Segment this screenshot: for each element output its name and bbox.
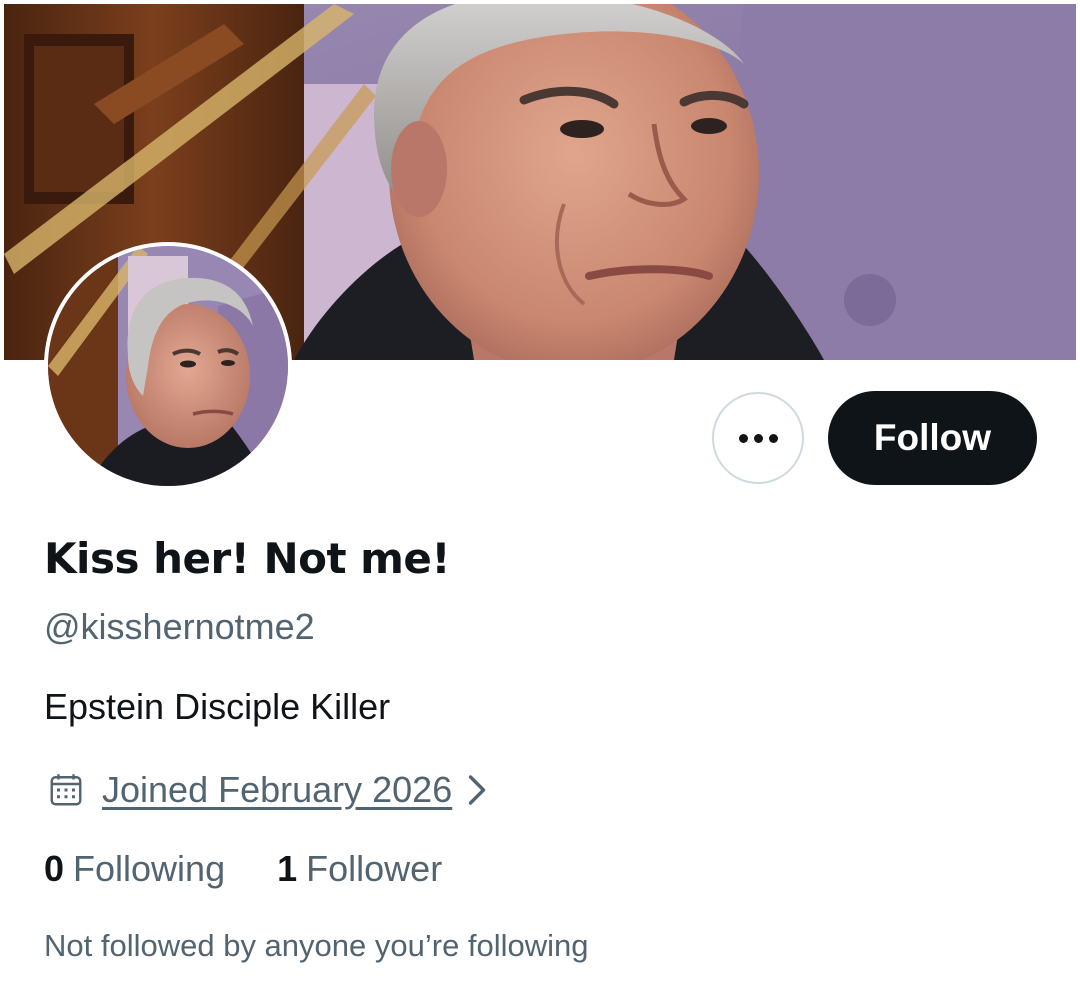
user-handle: @kisshernotme2	[44, 606, 315, 647]
followed-by-text: Not followed by anyone you’re following	[44, 928, 589, 963]
bio: Epstein Disciple Killer	[44, 686, 391, 727]
following-count: 0	[44, 848, 65, 889]
follow-button[interactable]: Follow	[828, 391, 1037, 485]
avatar[interactable]	[44, 242, 292, 490]
followers-stat[interactable]: 1 Follower	[277, 848, 442, 890]
joined-date-link[interactable]: Joined February 2026	[102, 769, 452, 811]
display-name: Kiss her! Not me!	[44, 534, 451, 583]
profile-page: Follow Kiss her! Not me! @kisshernotme2 …	[0, 0, 1080, 1004]
joined-date-row: Joined February 2026	[48, 766, 490, 814]
calendar-icon	[50, 774, 82, 806]
more-horizontal-icon	[736, 433, 781, 443]
followers-count: 1	[277, 848, 298, 889]
chevron-right-icon[interactable]	[464, 773, 490, 807]
avatar-image	[48, 246, 288, 486]
more-options-button[interactable]	[712, 392, 804, 484]
following-stat[interactable]: 0 Following	[44, 848, 225, 890]
following-label: Following	[73, 848, 226, 889]
followers-label: Follower	[306, 848, 443, 889]
follow-stats: 0 Following 1 Follower	[44, 848, 442, 890]
